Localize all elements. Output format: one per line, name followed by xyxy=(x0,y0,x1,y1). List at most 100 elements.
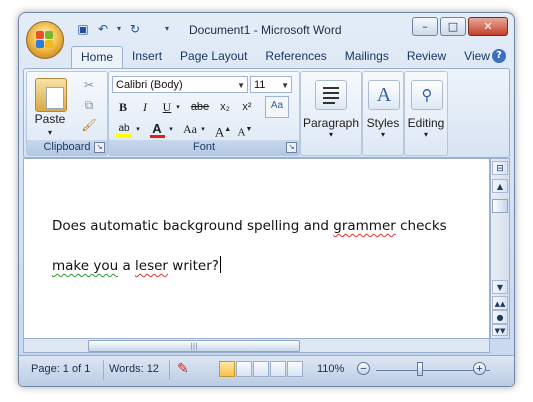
styles-group[interactable]: A Styles ▾ xyxy=(362,71,404,156)
divider xyxy=(103,360,104,380)
outline-icon[interactable] xyxy=(270,361,286,377)
styles-icon: A xyxy=(368,80,400,110)
paste-dropdown-icon[interactable]: ▾ xyxy=(45,128,55,137)
proofing-icon[interactable]: ✎ xyxy=(177,360,189,377)
styles-button[interactable]: Styles xyxy=(363,116,403,130)
editing-group[interactable]: ⚲ Editing ▾ xyxy=(404,71,448,156)
minimize-button[interactable]: – xyxy=(412,17,438,36)
font-group: Calibri (Body) ▼ 11 ▼ B I U ▾ abe x₂ x² … xyxy=(108,71,300,156)
caption-buttons: – □ ✕ xyxy=(410,17,508,36)
misspelled-word[interactable]: grammer xyxy=(333,218,396,234)
chevron-down-icon[interactable]: ▾ xyxy=(111,22,127,36)
word-count[interactable]: Words: 12 xyxy=(109,363,159,375)
shrink-font-button[interactable]: A▼ xyxy=(235,120,255,139)
tab-insert[interactable]: Insert xyxy=(123,46,171,68)
chevron-down-icon: ▼ xyxy=(237,81,245,90)
font-name-combo[interactable]: Calibri (Body) ▼ xyxy=(112,76,248,93)
copy-icon[interactable]: ⧉ xyxy=(79,96,99,114)
chevron-down-icon[interactable]: ▾ xyxy=(166,120,176,138)
text-run: checks xyxy=(395,218,447,234)
help-icon[interactable]: ? xyxy=(492,49,506,63)
status-bar: Page: 1 of 1 Words: 12 ✎ 110% − + xyxy=(19,355,514,386)
undo-icon[interactable]: ↶ xyxy=(95,22,111,36)
chevron-down-icon[interactable]: ▾ xyxy=(133,120,143,138)
tab-review[interactable]: Review xyxy=(398,46,455,68)
office-button[interactable] xyxy=(26,21,64,59)
previous-page-icon[interactable]: ▲▲ xyxy=(492,296,508,310)
web-layout-icon[interactable] xyxy=(253,361,269,377)
shrink-font-label: A xyxy=(237,126,246,139)
grow-font-button[interactable]: A▲ xyxy=(213,120,233,140)
scroll-thumb[interactable]: ||| xyxy=(88,340,300,352)
paragraph-icon xyxy=(315,80,347,110)
redo-icon[interactable]: ↻ xyxy=(127,22,143,36)
page-count[interactable]: Page: 1 of 1 xyxy=(31,363,90,375)
ruler-toggle-icon[interactable]: ⊟ xyxy=(492,161,508,175)
save-icon[interactable]: ▣ xyxy=(75,22,91,36)
paste-icon xyxy=(35,78,67,112)
customize-qat-icon[interactable]: ▾ xyxy=(159,22,175,36)
full-screen-reading-icon[interactable] xyxy=(236,361,252,377)
horizontal-scrollbar[interactable]: ||| xyxy=(23,338,490,353)
paste-button[interactable]: Paste xyxy=(31,112,69,126)
chevron-down-icon: ▾ xyxy=(380,130,385,139)
editing-button[interactable]: Editing xyxy=(405,116,447,130)
close-button[interactable]: ✕ xyxy=(468,17,508,36)
superscript-button[interactable]: x² xyxy=(237,98,257,116)
maximize-button[interactable]: □ xyxy=(440,17,466,36)
font-color-icon[interactable]: A xyxy=(147,120,167,138)
paragraph-group[interactable]: Paragraph ▾ xyxy=(300,71,362,156)
office-logo-icon xyxy=(36,31,54,49)
scroll-thumb[interactable] xyxy=(492,199,508,213)
document-area[interactable]: Does automatic background spelling and g… xyxy=(23,158,490,339)
zoom-in-button[interactable]: + xyxy=(473,362,486,375)
document-page[interactable]: Does automatic background spelling and g… xyxy=(26,161,487,336)
grow-font-label: A xyxy=(214,124,225,140)
document-line-2[interactable]: make you a leser writer? xyxy=(52,256,221,274)
zoom-slider-thumb[interactable] xyxy=(417,362,423,376)
font-label: Font xyxy=(109,140,299,155)
tab-page-layout[interactable]: Page Layout xyxy=(171,46,256,68)
text-cursor xyxy=(219,256,221,273)
document-line-1[interactable]: Does automatic background spelling and g… xyxy=(52,218,447,234)
highlight-icon[interactable]: ab xyxy=(113,120,135,138)
chevron-down-icon: ▼ xyxy=(281,81,289,90)
bold-button[interactable]: B xyxy=(113,98,133,116)
ribbon-tabs: Home Insert Page Layout References Maili… xyxy=(71,46,499,69)
subscript-button[interactable]: x₂ xyxy=(215,98,235,116)
window-title: Document1 - Microsoft Word xyxy=(189,23,342,37)
format-painter-icon[interactable]: 🖌 xyxy=(79,116,99,134)
scroll-down-icon[interactable]: ▼ xyxy=(492,280,508,294)
browse-object-icon[interactable]: ● xyxy=(492,310,508,324)
cut-icon[interactable]: ✂ xyxy=(79,76,99,94)
chevron-down-icon: ▾ xyxy=(423,130,428,139)
next-page-icon[interactable]: ▼▼ xyxy=(492,324,508,336)
strikethrough-button[interactable]: abe xyxy=(187,98,213,116)
grammar-flag[interactable]: make you xyxy=(52,258,118,274)
clear-formatting-icon[interactable]: Aa xyxy=(265,96,289,118)
font-launcher-icon[interactable]: ↘ xyxy=(286,142,297,153)
scroll-up-icon[interactable]: ▲ xyxy=(492,179,508,193)
ribbon: Paste ▾ ✂ ⧉ 🖌 Clipboard ↘ Calibri (Body)… xyxy=(23,68,510,158)
tab-home[interactable]: Home xyxy=(71,46,124,69)
zoom-out-button[interactable]: − xyxy=(357,362,370,375)
print-layout-icon[interactable] xyxy=(219,361,235,377)
vertical-scrollbar[interactable]: ⊟ ▲ ▼ ▲▲ ● ▼▼ xyxy=(490,158,510,339)
title-bar[interactable]: ▣ ↶ ▾ ↻ ▾ Document1 - Microsoft Word – □… xyxy=(19,13,514,59)
italic-button[interactable]: I xyxy=(135,98,155,116)
font-size-value: 11 xyxy=(254,79,266,91)
binoculars-icon: ⚲ xyxy=(411,80,443,110)
chevron-down-icon[interactable]: ▾ xyxy=(198,120,208,138)
divider xyxy=(169,360,170,380)
chevron-down-icon[interactable]: ▾ xyxy=(173,98,183,116)
tab-references[interactable]: References xyxy=(256,46,335,68)
tab-mailings[interactable]: Mailings xyxy=(336,46,398,68)
zoom-level[interactable]: 110% xyxy=(317,363,344,375)
clipboard-group: Paste ▾ ✂ ⧉ 🖌 Clipboard ↘ xyxy=(26,71,108,156)
draft-icon[interactable] xyxy=(287,361,303,377)
font-size-combo[interactable]: 11 ▼ xyxy=(250,76,292,93)
text-run: Does automatic background spelling and xyxy=(52,218,334,234)
paragraph-button[interactable]: Paragraph xyxy=(301,116,361,130)
clipboard-launcher-icon[interactable]: ↘ xyxy=(94,142,105,153)
misspelled-word[interactable]: leser xyxy=(135,258,168,274)
